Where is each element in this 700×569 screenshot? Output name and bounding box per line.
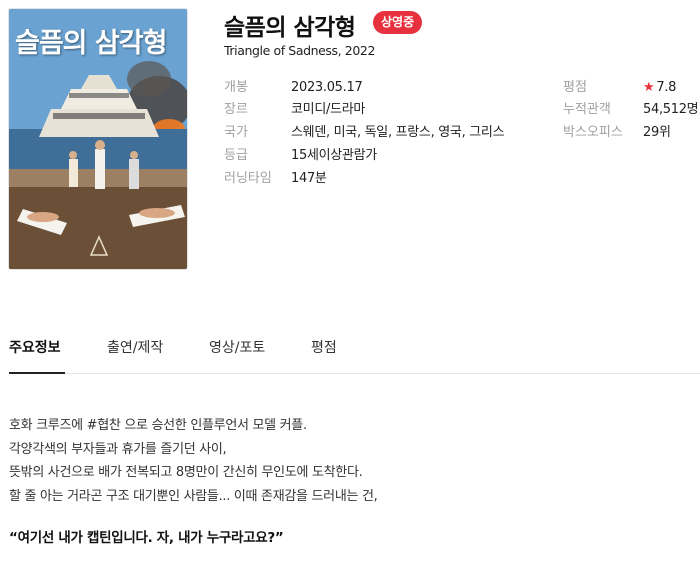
star-icon: ★: [643, 80, 655, 95]
tab-main-info[interactable]: 주요정보: [9, 334, 65, 374]
synopsis-line: 각양각색의 부자들과 휴가를 즐기던 사이,: [9, 441, 227, 457]
movie-detail-page: 슬픔의 삼각형 슬픔의 삼각형 상영중 Triangle of Sadness,…: [0, 0, 700, 569]
info-row-boxoffice: 박스오피스 29위: [563, 123, 693, 143]
movie-title: 슬픔의 삼각형: [224, 15, 356, 41]
info-value: 147분: [291, 171, 327, 186]
info-label: 누적관객: [563, 102, 611, 117]
synopsis-line: 호화 크루즈에 #협찬 으로 승선한 인플루언서 모델 커플.: [9, 418, 307, 433]
info-row-runtime: 러닝타임 147분: [224, 169, 554, 189]
info-value: 코미디/드라마: [291, 102, 366, 117]
info-value: 스웨덴, 미국, 독일, 프랑스, 영국, 그리스: [291, 125, 505, 140]
original-title: Triangle of Sadness, 2022: [224, 43, 376, 58]
score-number: 7.8: [656, 80, 677, 95]
info-label: 개봉: [224, 80, 248, 95]
info-row-genre: 장르 코미디/드라마: [224, 100, 554, 120]
info-row-release: 개봉 2023.05.17: [224, 78, 554, 98]
score-value: ★ 7.8: [643, 78, 676, 98]
info-value: 54,512명: [643, 102, 699, 117]
tab-video-photo[interactable]: 영상/포토: [209, 334, 265, 374]
status-badge: 상영중: [373, 11, 423, 34]
synopsis-tagline: “여기선 내가 캡틴입니다. 자, 내가 누구라고요?”: [9, 530, 284, 546]
tab-reviews[interactable]: 평점: [311, 334, 337, 374]
movie-poster[interactable]: 슬픔의 삼각형: [8, 8, 188, 270]
synopsis-line: 할 줄 아는 거라곤 구조 대기뿐인 사람들... 이때 존재감을 드러내는 건…: [9, 488, 378, 504]
info-label: 장르: [224, 102, 248, 117]
poster-title-text: 슬픔의 삼각형: [15, 28, 167, 59]
info-row-score: 평점 ★ 7.8: [563, 78, 693, 98]
info-label: 평점: [563, 80, 587, 95]
info-value: 2023.05.17: [291, 80, 363, 95]
synopsis: 호화 크루즈에 #협찬 으로 승선한 인플루언서 모델 커플. 각양각색의 부자…: [9, 414, 689, 508]
info-label: 등급: [224, 148, 248, 163]
detail-tabs: 주요정보 출연/제작 영상/포토 평점: [9, 334, 700, 374]
tab-cast-crew[interactable]: 출연/제작: [107, 334, 163, 374]
info-row-audience: 누적관객 54,512명: [563, 100, 699, 120]
synopsis-line: 뜻밖의 사건으로 배가 전복되고 8명만이 간신히 무인도에 도착한다.: [9, 465, 363, 481]
info-label: 러닝타임: [224, 171, 272, 186]
info-row-rating: 등급 15세이상관람가: [224, 146, 554, 166]
info-value: 15세이상관람가: [291, 148, 377, 163]
info-label: 국가: [224, 125, 248, 140]
info-row-country: 국가 스웨덴, 미국, 독일, 프랑스, 영국, 그리스: [224, 123, 554, 143]
info-label: 박스오피스: [563, 125, 623, 140]
info-value: 29위: [643, 125, 671, 140]
